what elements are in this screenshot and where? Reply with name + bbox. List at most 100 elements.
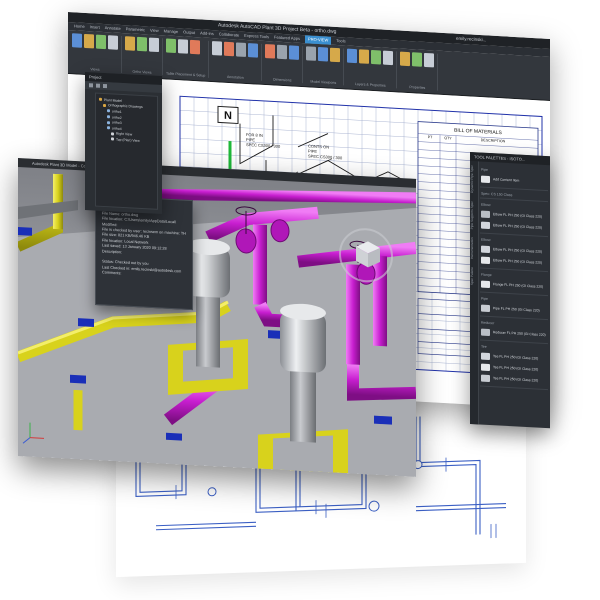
ribbon-tool-button[interactable] bbox=[277, 44, 288, 60]
ribbon-tool-button[interactable] bbox=[306, 46, 317, 61]
palette-side-tab[interactable]: Dynamic Pipe Spec bbox=[470, 161, 474, 197]
folder-icon bbox=[107, 109, 110, 113]
ribbon-tool-button[interactable] bbox=[224, 41, 235, 57]
ribbon-tool-button[interactable] bbox=[265, 44, 276, 59]
ribbon-tool-button[interactable] bbox=[190, 39, 200, 55]
ribbon-tool-button[interactable] bbox=[236, 42, 247, 57]
ribbon-tab[interactable]: Manage bbox=[164, 27, 178, 36]
ribbon-tab[interactable]: Collaborate bbox=[219, 30, 239, 39]
pipe-fitting-icon bbox=[481, 256, 490, 265]
tool-palette-body: Pipe Add Content Item Spec: CS 150 Class El… bbox=[480, 164, 548, 429]
ribbon-tool-button[interactable] bbox=[96, 34, 106, 50]
ribbon-group-label: Annotation bbox=[226, 74, 244, 80]
ribbon-tool-button[interactable] bbox=[289, 45, 300, 60]
north-arrow-icon: N bbox=[217, 105, 239, 125]
ribbon-tab[interactable]: Tools bbox=[336, 37, 345, 46]
palette-tool-item[interactable]: Tee FL PH 250 (GI Class 220) bbox=[481, 373, 548, 388]
plant-3d-model bbox=[18, 173, 416, 477]
palette-side-tab[interactable]: Pipe Supports Spec bbox=[470, 197, 474, 233]
folder-icon bbox=[107, 120, 110, 124]
ribbon-tab[interactable]: View bbox=[150, 27, 159, 35]
ribbon-tool-button[interactable] bbox=[149, 37, 159, 53]
ribbon-tool-button[interactable] bbox=[125, 36, 135, 51]
plant-3d-viewport[interactable]: Autodesk Plant 3D Model - Composite bbox=[18, 158, 416, 477]
ribbon-tool-button[interactable] bbox=[84, 33, 94, 49]
ribbon-tool-button[interactable] bbox=[166, 38, 176, 54]
new-folder-icon[interactable] bbox=[89, 83, 93, 88]
palette-tool-item[interactable]: Elbow FL PH 250 (GI Class 220) bbox=[481, 220, 548, 235]
ribbon-group: Ortho Views bbox=[125, 36, 163, 76]
pipe-callout-text: SPEC CS300 / 300 bbox=[308, 153, 343, 160]
ribbon-tool-button[interactable] bbox=[359, 49, 370, 64]
ribbon-tool-button[interactable] bbox=[248, 43, 259, 58]
palette-tool-label: Elbow FL PH 250 (GI Class 220) bbox=[493, 211, 543, 219]
ribbon-tool-button[interactable] bbox=[347, 48, 358, 64]
palette-tool-item[interactable]: Elbow FL PH 250 (GI Class 220) bbox=[481, 255, 548, 270]
ribbon-tool-button[interactable] bbox=[330, 47, 341, 63]
ribbon-tab[interactable]: Output bbox=[183, 28, 195, 37]
ribbon-group-label: Table Placement & Setup bbox=[166, 71, 206, 78]
user-name[interactable]: emily.recinski... bbox=[456, 34, 486, 46]
ribbon-tool-button[interactable] bbox=[178, 39, 188, 54]
ribbon-tool-button[interactable] bbox=[212, 41, 223, 56]
ribbon-group: Properties bbox=[400, 51, 439, 91]
ribbon-tab[interactable]: Insert bbox=[90, 23, 100, 32]
palette-tool-item[interactable]: Reducer FL PH 250 (GI Class 220) bbox=[481, 327, 548, 342]
ribbon-tool-button[interactable] bbox=[137, 36, 147, 52]
pipe-fitting-icon bbox=[481, 374, 490, 383]
ribbon-tool-button[interactable] bbox=[412, 52, 423, 67]
palette-tool-label: Reducer FL PH 250 (GI Class 220) bbox=[493, 329, 546, 337]
ribbon-tool-button[interactable] bbox=[108, 35, 118, 50]
ribbon-group: Annotation bbox=[212, 41, 263, 81]
pipe-fitting-icon bbox=[481, 280, 490, 289]
ribbon-tab[interactable]: Parametric bbox=[126, 25, 145, 34]
ribbon-tab[interactable]: PRO-VIEW bbox=[305, 35, 332, 45]
north-label: N bbox=[224, 110, 232, 122]
tool-palette-tabs: Dynamic Pipe Spec Pipe Supports Spec Instr… bbox=[470, 161, 479, 425]
pipe-fitting-icon bbox=[481, 221, 490, 230]
tool-palette: TOOL PALETTES - ISOTO... Dynamic Pipe Sp… bbox=[470, 152, 550, 429]
palette-side-tab[interactable]: Spec Palette bbox=[470, 263, 474, 289]
ribbon-tab[interactable]: Featured Apps bbox=[274, 34, 300, 43]
folder-icon bbox=[103, 103, 106, 107]
ribbon-group: Views bbox=[72, 33, 122, 74]
folder-icon bbox=[107, 115, 110, 119]
tree-node-label: ortho2 bbox=[112, 114, 122, 120]
palette-tool-item[interactable]: Pipe FL PH 250 (GI Class 220) bbox=[481, 303, 548, 318]
bom-header-pt: PT bbox=[428, 135, 433, 139]
pipe-fitting-icon bbox=[481, 175, 490, 184]
ribbon-group: Layers & Properties bbox=[347, 48, 398, 89]
ribbon-tab[interactable]: Add-ins bbox=[200, 29, 214, 38]
ribbon-tool-button[interactable] bbox=[400, 51, 411, 67]
bom-header-qty: QTY bbox=[444, 136, 452, 140]
refresh-icon[interactable] bbox=[96, 83, 100, 88]
palette-tool-label: Tee FL PH 250 (GI Class 220) bbox=[493, 364, 539, 372]
pipe-fitting-icon bbox=[481, 352, 490, 361]
ribbon-tool-button[interactable] bbox=[72, 33, 82, 48]
tree-node-label: Top (Plan) View bbox=[116, 137, 140, 143]
settings-icon[interactable] bbox=[103, 83, 107, 89]
ribbon-group: Model Viewports bbox=[306, 46, 345, 86]
ribbon-group: Dimensions bbox=[265, 44, 304, 84]
tree-node-label: ortho3 bbox=[112, 120, 122, 126]
ribbon-tab[interactable]: Home bbox=[74, 22, 85, 31]
palette-tool-label: Flange FL PH 250 (GI Class 220) bbox=[493, 281, 544, 289]
ribbon-group-label: Model Viewports bbox=[310, 79, 337, 85]
folder-icon bbox=[111, 137, 114, 141]
ribbon-tab[interactable]: Express Tools bbox=[244, 32, 269, 41]
palette-side-tab[interactable]: Instrumentation bbox=[470, 233, 474, 263]
ribbon-tab[interactable]: Annotate bbox=[105, 24, 121, 33]
ribbon-tool-button[interactable] bbox=[383, 50, 394, 66]
folder-icon bbox=[111, 132, 114, 136]
palette-tool-item[interactable]: Add Content Item bbox=[481, 174, 548, 189]
ribbon-tool-button[interactable] bbox=[424, 52, 435, 68]
palette-tool-label: Tee FL PH 250 (GI Class 220) bbox=[493, 353, 539, 361]
tree-node-label: Right View bbox=[116, 131, 133, 137]
palette-tool-item[interactable]: Flange FL PH 250 (GI Class 220) bbox=[481, 279, 548, 294]
palette-tool-label: Elbow FL PH 250 (GI Class 220) bbox=[493, 222, 543, 230]
composite-stage: Autodesk AutoCAD Plant 3D Project Beta -… bbox=[0, 0, 600, 600]
ribbon-tool-button[interactable] bbox=[318, 46, 329, 62]
ribbon-tool-button[interactable] bbox=[371, 49, 382, 65]
ribbon-group-label: Layers & Properties bbox=[354, 82, 386, 88]
folder-icon bbox=[99, 98, 102, 102]
